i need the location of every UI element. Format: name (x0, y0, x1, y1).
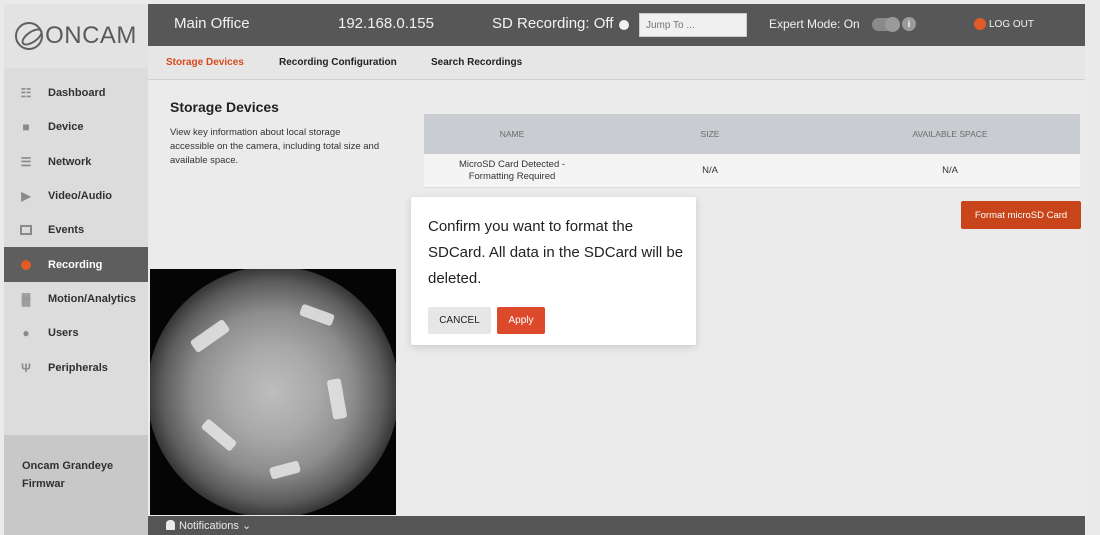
jump-to-input[interactable] (639, 13, 747, 37)
sidebar-item-label: Motion/Analytics (48, 292, 137, 305)
ip-address: 192.168.0.155 (338, 15, 434, 32)
device-size-cell: N/A (702, 165, 718, 176)
column-header-size: SIZE (700, 129, 720, 139)
device-name-cell: MicroSD Card Detected - Formatting Requi… (424, 159, 600, 183)
table-header: NAME SIZE AVAILABLE SPACE (424, 114, 1080, 154)
sidebar-item-label: Recording (48, 258, 103, 271)
sidebar-item-label: Video/Audio (48, 190, 112, 203)
logo-text: ONCAM (45, 22, 137, 49)
sidebar-nav: ☷ Dashboard ■ Device ☰ Network ▶ Video/A… (4, 76, 148, 385)
sidebar-item-label: Peripherals (48, 361, 108, 374)
firmware-label-line2: Firmwar (22, 478, 65, 490)
sidebar-item-motion-analytics[interactable]: ▓ Motion/Analytics (4, 282, 148, 316)
sidebar: ONCAM ☷ Dashboard ■ Device ☰ Network ▶ V… (4, 4, 148, 535)
sidebar-item-label: Events (48, 224, 85, 237)
site-name: Main Office (174, 15, 250, 32)
info-icon[interactable]: i (902, 17, 916, 31)
firmware-label-line1: Oncam Grandeye (22, 460, 114, 472)
tab-bar: Storage Devices Recording Configuration … (148, 46, 1085, 80)
tab-storage-devices[interactable]: Storage Devices (166, 57, 244, 68)
device-name-line1: MicroSD Card Detected - (458, 158, 566, 170)
column-header-name: NAME (499, 129, 525, 139)
sidebar-item-users[interactable]: ● Users (4, 316, 148, 350)
user-icon: ● (22, 326, 30, 341)
sidebar-item-network[interactable]: ☰ Network (4, 145, 148, 179)
dialog-message: Confirm you want to format the SDCard. A… (428, 218, 684, 287)
sidebar-item-label: Network (48, 155, 92, 168)
tab-search-recordings[interactable]: Search Recordings (431, 57, 522, 68)
format-microsd-button[interactable]: Format microSD Card (961, 201, 1081, 229)
sidebar-item-label: Users (48, 327, 79, 340)
sidebar-item-video-audio[interactable]: ▶ Video/Audio (4, 179, 148, 213)
firmware-info: Oncam Grandeye Firmwar (4, 435, 148, 535)
expert-mode-label: Expert Mode: On (769, 17, 860, 31)
cancel-button[interactable]: CANCEL (428, 307, 491, 334)
server-icon: ☰ (20, 154, 32, 169)
bell-icon (166, 520, 175, 530)
sidebar-item-label: Dashboard (48, 87, 106, 100)
play-icon: ▶ (21, 189, 31, 204)
sidebar-item-events[interactable]: Events (4, 213, 148, 247)
camera-icon: ■ (22, 120, 30, 135)
notifications-bar[interactable]: Notifications ⌄ (148, 516, 1085, 535)
top-header: Main Office 192.168.0.155 SD Recording: … (148, 4, 1085, 46)
sidebar-item-label: Device (48, 121, 84, 134)
app-root: ONCAM ☷ Dashboard ■ Device ☰ Network ▶ V… (0, 0, 1100, 535)
record-dot-icon (4, 259, 48, 270)
format-confirm-dialog: Confirm you want to format the SDCard. A… (411, 197, 696, 345)
device-name-line2: Formatting Required (468, 170, 556, 182)
sd-recording-status: SD Recording: Off (492, 15, 614, 32)
sidebar-item-recording[interactable]: Recording (4, 247, 148, 282)
oncam-logo[interactable]: ONCAM (4, 4, 148, 68)
oncam-logo-icon (15, 22, 44, 50)
tab-recording-configuration[interactable]: Recording Configuration (279, 57, 397, 68)
section-title: Storage Devices (170, 99, 279, 115)
grid-icon: ☷ (20, 86, 32, 101)
apply-button[interactable]: Apply (497, 307, 545, 334)
bar-chart-icon: ▓ (21, 291, 31, 306)
logout-button[interactable]: LOG OUT (989, 19, 1034, 30)
storage-table: NAME SIZE AVAILABLE SPACE MicroSD Card D… (424, 114, 1080, 188)
sidebar-item-device[interactable]: ■ Device (4, 110, 148, 144)
usb-icon: Ψ (21, 360, 31, 375)
expert-mode-toggle[interactable] (872, 17, 900, 32)
table-row: MicroSD Card Detected - Formatting Requi… (424, 154, 1080, 188)
column-header-available-space: AVAILABLE SPACE (912, 129, 988, 139)
power-icon[interactable] (974, 18, 986, 30)
section-description: View key information about local storage… (170, 127, 380, 166)
device-available-cell: N/A (942, 165, 958, 176)
notifications-label: Notifications ⌄ (179, 520, 252, 532)
sd-status-dot-icon (619, 20, 629, 30)
camera-preview[interactable] (150, 269, 396, 515)
sidebar-item-dashboard[interactable]: ☷ Dashboard (4, 76, 148, 110)
sidebar-item-peripherals[interactable]: Ψ Peripherals (4, 350, 148, 384)
calendar-icon (4, 225, 48, 236)
